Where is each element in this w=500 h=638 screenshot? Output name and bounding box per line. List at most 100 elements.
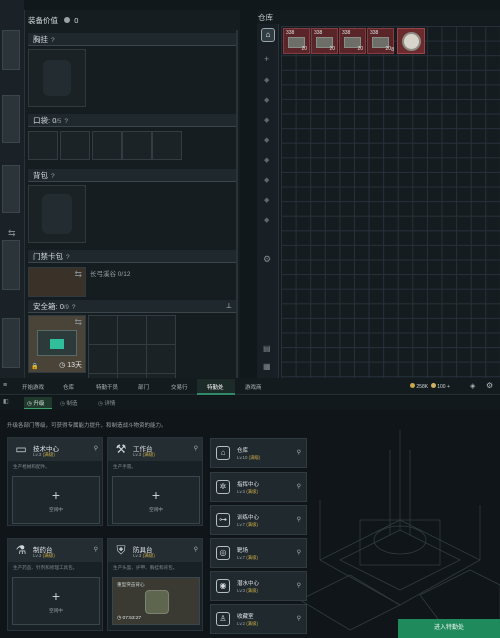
production-slot-active[interactable]: 重型突击背心 ◷ 07:53:27 (112, 577, 200, 625)
help-icon[interactable]: ? (72, 304, 76, 311)
prev-tab-icon[interactable]: ◧ (3, 398, 9, 405)
search-icon[interactable]: ⚲ (297, 549, 301, 556)
settings-gear-icon[interactable]: ⚙ (486, 381, 493, 390)
search-icon[interactable]: ⚲ (297, 582, 301, 589)
menu-icon[interactable]: ≡ (3, 382, 7, 389)
safebox-timer: ◷ 13天 (59, 362, 82, 369)
keycard-case-slot[interactable]: ⇆ (28, 267, 86, 297)
tab-icon[interactable]: ◆ (264, 116, 269, 124)
side-slot[interactable] (2, 165, 20, 213)
facility-card-workbench[interactable]: ⚒ 工作台 Lv.3 (满级) ⚲ 生产手雷。 + 空闲中 (107, 437, 203, 526)
notification-icon[interactable]: ◈ (470, 382, 475, 390)
swap-icon[interactable]: ⇆ (8, 228, 16, 239)
tab-shop[interactable]: 游戏商 (245, 383, 262, 391)
target-icon: ◎ (216, 546, 230, 560)
warehouse-item[interactable]: 338 20 (311, 28, 338, 54)
sort-icon[interactable]: ▤ (263, 344, 271, 353)
tab-icon[interactable]: ◆ (264, 176, 269, 184)
facility-collection-room[interactable]: ♙ 收藏室 Lv.2 (满级) ⚲ (210, 604, 307, 634)
swap-icon[interactable]: ⇆ (74, 269, 82, 280)
search-icon[interactable]: ⚲ (297, 516, 301, 523)
facility-command-center[interactable]: ✲ 指挥中心 Lv.3 (满级) ⚲ (210, 472, 307, 502)
safebox-slot[interactable]: ⇆ 🔒 ◷ 13天 (28, 315, 86, 373)
pocket-slot[interactable] (60, 131, 90, 160)
facility-diving-center[interactable]: ◉ 潜水中心 Lv.3 (满级) ⚲ (210, 571, 307, 601)
pin-icon[interactable]: ⊥ (226, 300, 232, 313)
facility-note: 生产药品、针剂和修理工具包。 (13, 565, 78, 570)
side-slot[interactable] (2, 240, 20, 290)
tab-icon[interactable]: ◆ (264, 76, 269, 84)
facility-training-center[interactable]: ⊶ 训练中心 Lv.7 (满级) ⚲ (210, 505, 307, 535)
tab-icon[interactable]: ◆ (264, 216, 269, 224)
search-icon[interactable]: ⚲ (94, 445, 98, 452)
tab-operators[interactable]: 特勤干员 (96, 383, 118, 391)
facility-card-pharmacy[interactable]: ⚗ 制药台 Lv.3 (满级) ⚲ 生产药品、针剂和修理工具包。 + 空闲中 (7, 538, 103, 631)
side-slot[interactable] (2, 318, 20, 368)
side-slot[interactable] (2, 95, 20, 143)
enter-special-ops-button[interactable]: 进入特勤处 (398, 619, 500, 638)
filter-icon[interactable]: ▦ (263, 362, 271, 371)
search-icon[interactable]: ⚲ (297, 449, 301, 456)
tab-trade[interactable]: 交易行 (171, 383, 188, 391)
tab-icon[interactable]: ◆ (264, 96, 269, 104)
search-icon[interactable]: ⚲ (94, 546, 98, 553)
add-icon: + (51, 588, 61, 604)
search-icon[interactable]: ⚲ (194, 445, 198, 452)
help-icon[interactable]: ? (64, 118, 68, 125)
facility-level: Lv.3 (满级) (133, 452, 155, 457)
search-icon[interactable]: ⚲ (194, 546, 198, 553)
premium-currency-amount[interactable]: 100 + (437, 384, 450, 390)
help-icon[interactable]: ? (51, 37, 55, 44)
settings-gear-icon[interactable]: ⚙ (263, 254, 271, 265)
facility-card-armor[interactable]: ⛨ 防具台 Lv.3 (满级) ⚲ 生产头盔、护甲、胸挂和背包。 重型突击背心 … (107, 538, 203, 631)
search-icon[interactable]: ⚲ (297, 483, 301, 490)
sub-tab-details[interactable]: ◷ 详情 (98, 399, 115, 407)
collection-icon: ♙ (216, 612, 230, 626)
warehouse-item[interactable]: 338 20 (339, 28, 366, 54)
tab-warehouse[interactable]: 仓库 (63, 383, 74, 391)
side-slot[interactable] (2, 30, 20, 70)
swap-icon[interactable]: ⇆ (74, 317, 82, 328)
currency-display: 258K 100 + (410, 383, 450, 390)
active-tab-indicator (197, 393, 235, 395)
facility-card-tech[interactable]: ▭ 技术中心 Lv.3 (满级) ⚲ 生产枪械和配件。 + 空闲中 (7, 437, 103, 526)
warehouse-grid[interactable] (281, 26, 500, 378)
add-tab-icon[interactable]: + (264, 54, 269, 64)
tab-icon[interactable]: ◆ (264, 156, 269, 164)
warehouse-main-icon[interactable]: ⌂ (261, 28, 275, 42)
chest-rig-slot[interactable] (28, 49, 86, 107)
production-slot[interactable]: + 空闲中 (12, 577, 100, 625)
pocket-slot[interactable] (92, 131, 122, 160)
facility-level: Lv.3 (满级) (33, 452, 55, 457)
backpack-slot[interactable] (28, 185, 86, 243)
sub-tab-upgrade[interactable]: ◷ 升级 (27, 399, 44, 407)
production-slot[interactable]: + 空闲中 (12, 476, 100, 524)
tab-icon[interactable]: ◆ (264, 136, 269, 144)
search-icon[interactable]: ⚲ (297, 615, 301, 622)
safebox-grid[interactable] (88, 315, 176, 378)
idle-label: 空闲中 (49, 507, 63, 512)
facility-shooting-range[interactable]: ◎ 靶场 Lv.7 (满级) ⚲ (210, 538, 307, 568)
warehouse-sidebar: ⌂ + ◆ ◆ ◆ ◆ ◆ ◆ ◆ ◆ ⚙ ▤ ▦ (257, 24, 279, 378)
diving-icon: ◉ (216, 579, 230, 593)
warehouse-item[interactable]: 338 20 (283, 28, 310, 54)
help-icon[interactable]: ? (51, 173, 55, 180)
helmet-item[interactable] (397, 28, 425, 54)
tab-special-ops[interactable]: 特勤处 (207, 383, 224, 391)
warehouse-icon: ⌂ (216, 446, 230, 460)
facility-warehouse[interactable]: ⌂ 仓库 Lv.10 (满级) ⚲ (210, 438, 307, 468)
tab-department[interactable]: 部门 (138, 383, 149, 391)
facility-level: Lv.2 (满级) (237, 621, 258, 626)
currency-amount: 258K (416, 384, 429, 390)
pocket-slot[interactable] (152, 131, 182, 160)
equipment-scrollbar[interactable] (236, 30, 238, 378)
pocket-slot[interactable] (122, 131, 152, 160)
help-icon[interactable]: ? (66, 254, 70, 261)
base-building-illustration (300, 430, 500, 636)
chest-rig-header: 胸挂? (28, 33, 236, 46)
sub-tab-craft[interactable]: ◷ 制造 (60, 399, 77, 407)
production-slot[interactable]: + 空闲中 (112, 476, 200, 524)
tab-start-game[interactable]: 开始游戏 (22, 383, 44, 391)
tab-icon[interactable]: ◆ (264, 196, 269, 204)
pocket-slot[interactable] (28, 131, 58, 160)
